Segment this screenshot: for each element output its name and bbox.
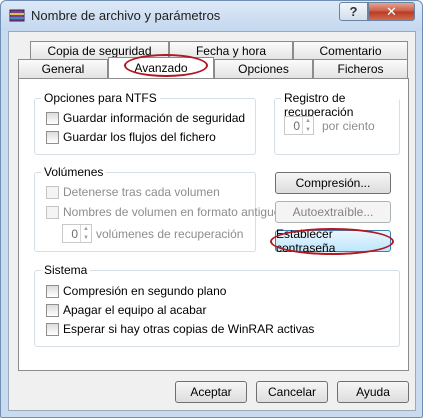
button-label: Cancelar [267,385,317,399]
close-button[interactable]: ✕ [368,2,415,21]
tab-files[interactable]: Ficheros [313,59,408,78]
tab-options[interactable]: Opciones [214,59,313,78]
button-label: Establecer contraseña [276,227,336,255]
button-label: Compresión... [295,176,371,190]
tab-label: Fecha y hora [195,44,267,58]
tab-label: Comentario [319,44,382,58]
spinner-arrows[interactable]: ▲ ▼ [302,117,313,134]
arrow-down-icon[interactable]: ▼ [83,235,89,241]
wait-other-copies-checkbox[interactable]: Esperar si hay otras copias de WinRAR ac… [46,322,314,336]
recovery-volumes-spinner[interactable]: 0 ▲ ▼ [62,224,92,243]
recovery-record-title: Registro de recuperación [281,91,399,119]
button-label: Aceptar [190,385,232,399]
tab-label: General [41,62,85,76]
question-icon: ? [349,4,358,19]
help-title-button[interactable]: ? [339,2,368,21]
tab-label: Opciones [238,62,289,76]
checkbox-label: Guardar los flujos del fichero [63,130,216,144]
checkbox-label: Esperar si hay otras copias de WinRAR ac… [63,322,315,336]
system-title: Sistema [41,263,91,277]
tab-label: Ficheros [337,62,384,76]
old-volume-names-checkbox[interactable]: Nombres de volumen en formato antiguo [46,205,280,219]
save-file-streams-checkbox[interactable]: Guardar los flujos del fichero [46,130,216,144]
checkbox-box[interactable] [46,185,59,199]
checkbox-box[interactable] [46,303,59,317]
button-label: Ayuda [356,385,390,399]
recovery-percent-spinner[interactable]: 0 ▲ ▼ [284,116,314,135]
checkbox-box[interactable] [46,284,59,298]
checkbox-box[interactable] [46,322,59,336]
checkbox-label: Nombres de volumen en formato antiguo [63,205,281,219]
spinner-value: 0 [293,119,300,133]
volumes-title: Volúmenes [41,165,107,179]
checkbox-box[interactable] [46,111,59,125]
checkbox-box[interactable] [46,130,59,144]
help-button[interactable]: Ayuda [337,381,409,403]
tab-label: Copia de seguridad [47,44,152,58]
button-label: Autoextraíble... [292,205,374,219]
checkbox-label: Apagar el equipo al acabar [63,303,207,317]
sfx-button[interactable]: Autoextraíble... [275,201,391,223]
arrow-down-icon[interactable]: ▼ [305,127,311,133]
shutdown-when-done-checkbox[interactable]: Apagar el equipo al acabar [46,303,206,317]
advanced-tab-panel: Opciones para NTFS Guardar información d… [18,78,409,371]
recovery-volumes-label: volúmenes de recuperación [96,227,244,241]
spinner-arrows[interactable]: ▲ ▼ [80,225,91,242]
spinner-value: 0 [71,227,78,241]
compression-button[interactable]: Compresión... [275,172,391,194]
tab-advanced[interactable]: Avanzado [108,57,214,78]
recovery-percent-unit: por ciento [322,119,375,133]
ntfs-options-group: Opciones para NTFS [34,91,256,155]
background-compression-checkbox[interactable]: Compresión en segundo plano [46,284,226,298]
save-security-info-checkbox[interactable]: Guardar información de seguridad [46,111,245,125]
arrow-up-icon[interactable]: ▲ [305,118,311,124]
tab-general[interactable]: General [18,59,108,78]
window-title: Nombre de archivo y parámetros [31,8,221,23]
dialog-window: Nombre de archivo y parámetros ? ✕ Copia… [0,0,423,418]
winrar-app-icon [9,9,25,22]
checkbox-label: Guardar información de seguridad [63,111,246,125]
stop-after-each-volume-checkbox[interactable]: Detenerse tras cada volumen [46,185,220,199]
close-icon: ✕ [386,3,397,19]
checkbox-label: Compresión en segundo plano [63,284,227,298]
set-password-button[interactable]: Establecer contraseña [275,227,391,255]
cancel-button[interactable]: Cancelar [256,381,328,403]
tab-label: Avanzado [134,61,188,75]
title-bar[interactable]: Nombre de archivo y parámetros ? ✕ [1,1,422,31]
ntfs-options-title: Opciones para NTFS [41,91,160,105]
arrow-up-icon[interactable]: ▲ [83,226,89,232]
checkbox-box[interactable] [46,205,59,219]
checkbox-label: Detenerse tras cada volumen [63,185,220,199]
tab-comment[interactable]: Comentario [293,41,408,60]
accept-button[interactable]: Aceptar [175,381,247,403]
